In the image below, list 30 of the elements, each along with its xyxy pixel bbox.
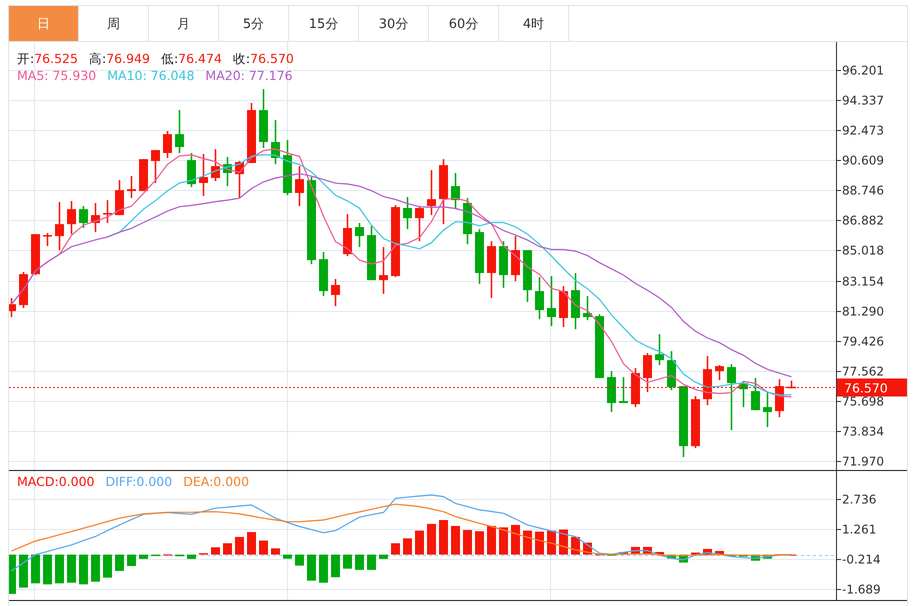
- axis-label: 73.834: [842, 424, 884, 438]
- axis-label: 71.970: [842, 454, 884, 468]
- axis-label: 94.337: [842, 94, 884, 108]
- price-tag: 76.570: [837, 378, 907, 396]
- axis-label: -1.689: [842, 582, 881, 596]
- axis-label: 86.882: [842, 214, 884, 228]
- axis-label: 77.562: [842, 364, 884, 378]
- axis-label: 92.473: [842, 124, 884, 138]
- axis-label: 81.290: [842, 304, 884, 318]
- ohlc-reading: 收:76.570: [232, 50, 294, 67]
- moving-average-reading: MA10: 76.048: [107, 67, 194, 84]
- ohlc-reading: 开:76.525: [17, 50, 78, 67]
- ref-line-label: 76.570: [844, 380, 888, 396]
- axis-label: 88.746: [842, 184, 884, 198]
- axis-label: 85.018: [842, 244, 884, 258]
- macd-reading: MACD:0.000: [17, 473, 94, 490]
- axis-label: 79.426: [842, 334, 884, 348]
- axis-label: -0.214: [842, 552, 881, 566]
- moving-average-reading: MA5: 75.930: [17, 67, 96, 84]
- ohlc-reading: 低:76.474: [160, 50, 222, 67]
- ohlc-reading: 高:76.949: [88, 50, 150, 67]
- axis-label: 90.609: [842, 154, 884, 168]
- axis-label: 96.201: [842, 64, 884, 78]
- macd-reading: DIFF:0.000: [105, 473, 172, 490]
- axis-label: 75.698: [842, 394, 884, 408]
- axis-label: 83.154: [842, 274, 884, 288]
- axis-label: 1.261: [842, 522, 876, 536]
- axis-label: 2.736: [842, 492, 876, 506]
- moving-average-reading: MA20: 77.176: [205, 67, 293, 84]
- macd-reading: DEA:0.000: [183, 473, 250, 490]
